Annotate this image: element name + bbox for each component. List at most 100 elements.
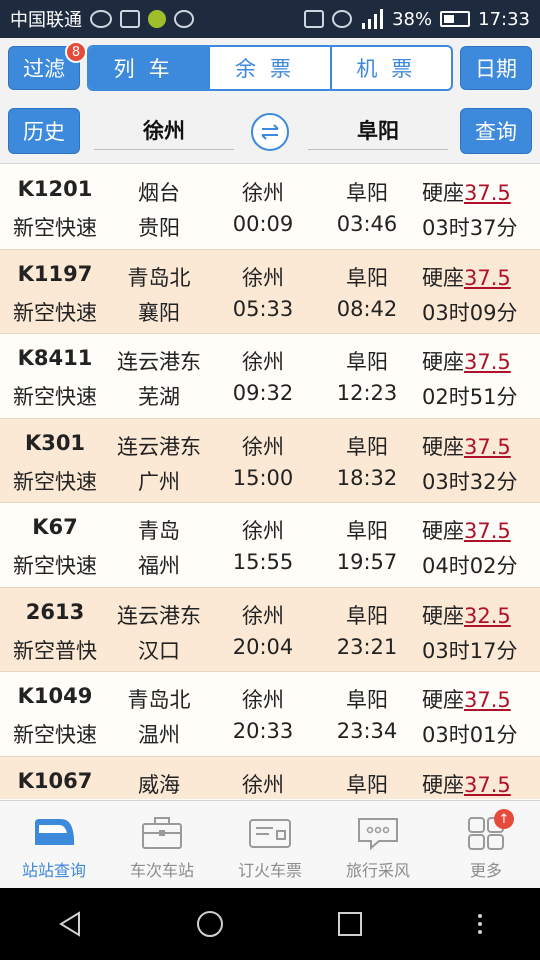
terminus-station: 贵阳: [138, 216, 180, 240]
arrive-time: 08:42: [336, 296, 398, 321]
briefcase-icon: [142, 817, 182, 849]
arrive-station: 阜阳: [346, 603, 388, 628]
filter-count-badge: 8: [65, 41, 87, 63]
mode-tabs: 列车 余票 机票: [87, 45, 453, 91]
nav-label: 旅行采风: [345, 861, 410, 880]
depart-time: 15:00: [232, 465, 294, 490]
board-station: 徐州: [242, 434, 284, 459]
home-icon[interactable]: [195, 909, 225, 939]
nav-label: 站站查询: [21, 861, 86, 880]
seat-type: 硬座: [422, 603, 464, 628]
train-row[interactable]: 2613 新空普快 连云港东 汉口 徐州 20:04 阜阳 23:21 硬座32…: [0, 587, 540, 672]
battery-icon: [440, 11, 471, 27]
train-type: 新空快速: [13, 385, 97, 409]
train-code: K67: [32, 515, 78, 539]
nav-label: 车次车站: [129, 861, 194, 880]
query-button[interactable]: 查询: [460, 108, 532, 154]
train-row[interactable]: K67 新空快速 青岛 福州 徐州 15:55 阜阳 19:57 硬座37.5 …: [0, 503, 540, 588]
menu-dots-icon[interactable]: [475, 909, 485, 939]
arrive-time: 12:23: [336, 381, 398, 405]
to-station-field[interactable]: 阜阳: [308, 110, 448, 150]
vibrate-icon: [304, 10, 325, 28]
train-row[interactable]: K1049 新空快速 青岛北 温州 徐州 20:33 阜阳 23:34 硬座37…: [0, 672, 540, 757]
nav-train-station[interactable]: 车次车站: [108, 801, 216, 888]
train-type: 新空快速: [13, 216, 97, 240]
arrive-time: 23:21: [336, 634, 398, 659]
origin-station: 青岛: [138, 519, 180, 543]
train-type: 新空快速: [13, 300, 97, 325]
tab-remaining-tickets[interactable]: 余票: [208, 47, 329, 89]
train-type: 新空快速: [13, 469, 97, 494]
seat-price: 硬座37.5: [422, 684, 540, 714]
board-station: 徐州: [242, 519, 284, 543]
nav-station-query[interactable]: 站站查询: [0, 801, 108, 888]
signal-icon: [362, 9, 384, 29]
board-station: 徐州: [242, 688, 284, 712]
arrive-time: 19:57: [336, 550, 398, 574]
nav-travel[interactable]: 旅行采风: [324, 801, 432, 888]
price-link[interactable]: 37.5: [464, 688, 511, 712]
nav-more[interactable]: ↑ 更多: [432, 801, 540, 888]
train-row[interactable]: K1201 新空快速 烟台 贵阳 徐州 00:09 阜阳 03:46 硬座37.…: [0, 165, 540, 250]
origin-station: 连云港东: [117, 603, 201, 628]
board-station: 徐州: [242, 181, 284, 205]
price-link[interactable]: 37.5: [464, 266, 511, 290]
arrive-station: 阜阳: [346, 265, 388, 290]
seat-price: 硬座37.5: [422, 769, 540, 799]
duration: 03时01分: [422, 723, 518, 747]
status-bar: 中国联通 38% 17:33: [0, 0, 540, 38]
terminus-station: 广州: [138, 469, 180, 494]
train-code: K8411: [17, 346, 93, 370]
duration: 03时37分: [422, 216, 518, 240]
seat-price: 硬座32.5: [422, 600, 540, 630]
filter-button-label: 过滤: [23, 57, 65, 81]
swap-stations-button[interactable]: [251, 113, 289, 151]
train-type: 新空快速: [13, 554, 97, 578]
train-row[interactable]: K1197 新空快速 青岛北 襄阳 徐州 05:33 阜阳 08:42 硬座37…: [0, 249, 540, 334]
seat-type: 硬座: [422, 772, 464, 797]
seat-type: 硬座: [422, 688, 464, 712]
price-link[interactable]: 37.5: [464, 435, 511, 459]
arrive-station: 阜阳: [346, 519, 388, 543]
seat-price: 硬座37.5: [422, 346, 540, 376]
train-row[interactable]: K1067 威海 徐州 阜阳 硬座37.5: [0, 756, 540, 799]
board-station: 徐州: [242, 265, 284, 290]
price-link[interactable]: 32.5: [464, 604, 511, 628]
seat-type: 硬座: [422, 350, 464, 374]
board-station: 徐州: [242, 603, 284, 628]
arrive-station: 阜阳: [346, 181, 388, 205]
seat-price: 硬座37.5: [422, 262, 540, 292]
train-code: K1197: [17, 261, 93, 286]
nav-book-ticket[interactable]: 订火车票: [216, 801, 324, 888]
from-station-field[interactable]: 徐州: [94, 110, 234, 150]
price-link[interactable]: 37.5: [464, 350, 511, 374]
arrive-station: 阜阳: [346, 434, 388, 459]
history-button[interactable]: 历史: [8, 108, 80, 154]
depart-time: 00:09: [232, 212, 294, 236]
price-link[interactable]: 37.5: [464, 773, 511, 797]
depart-time: 09:32: [232, 381, 294, 405]
back-icon[interactable]: [55, 909, 85, 939]
duration: 03时32分: [422, 469, 518, 494]
date-button[interactable]: 日期: [460, 46, 532, 90]
tab-flight[interactable]: 机票: [329, 47, 451, 89]
train-code: 2613: [25, 599, 85, 624]
arrive-time: 18:32: [336, 465, 398, 490]
duration: 02时51分: [422, 385, 518, 409]
arrive-time: 23:34: [336, 719, 398, 743]
tab-train[interactable]: 列车: [89, 47, 209, 89]
chat-bubble-icon: [358, 818, 398, 851]
price-link[interactable]: 37.5: [464, 519, 511, 543]
duration: 03时09分: [422, 300, 518, 325]
train-type: 新空快速: [13, 723, 97, 747]
seat-type: 硬座: [422, 434, 464, 459]
train-row[interactable]: K301 新空快速 连云港东 广州 徐州 15:00 阜阳 18:32 硬座37…: [0, 418, 540, 503]
recents-icon[interactable]: [335, 909, 365, 939]
price-link[interactable]: 37.5: [464, 181, 511, 205]
filter-button[interactable]: 过滤 8: [8, 41, 87, 90]
train-row[interactable]: K8411 新空快速 连云港东 芜湖 徐州 09:32 阜阳 12:23 硬座3…: [0, 334, 540, 419]
train-list: K1201 新空快速 烟台 贵阳 徐州 00:09 阜阳 03:46 硬座37.…: [0, 165, 540, 799]
system-nav-bar: [0, 888, 540, 960]
train-code: K301: [24, 430, 86, 455]
train-type: 新空普快: [13, 638, 97, 663]
